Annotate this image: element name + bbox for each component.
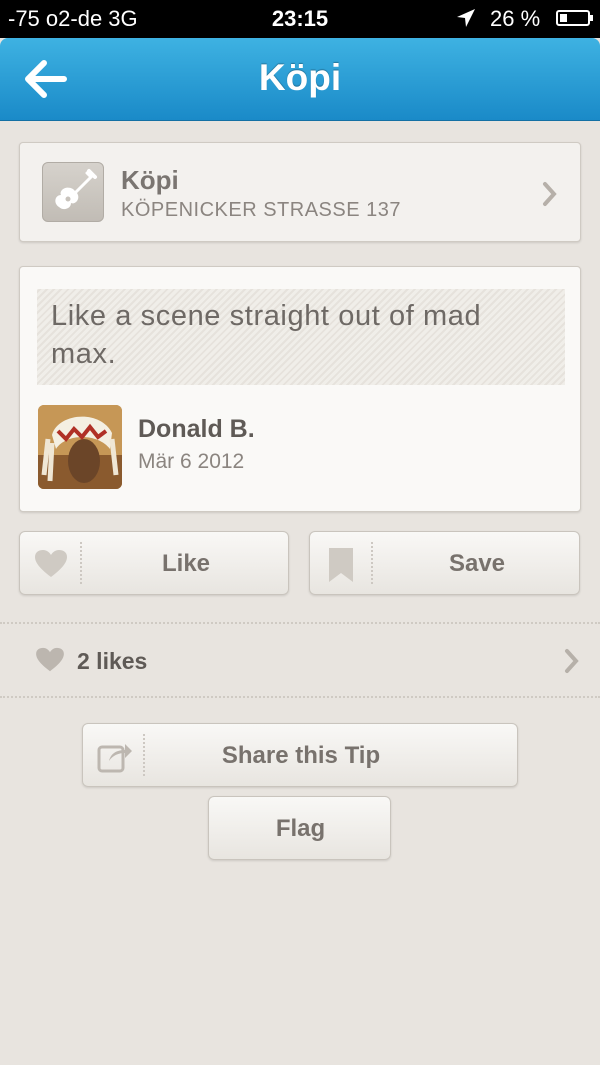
like-label: Like <box>161 550 211 577</box>
author-name[interactable]: Donald B. <box>138 415 255 444</box>
flag-button[interactable]: Flag <box>208 796 391 860</box>
save-button[interactable]: Save <box>309 531 580 595</box>
heart-icon <box>35 550 67 577</box>
share-tip-button[interactable]: Share this Tip <box>82 723 518 787</box>
likes-count: 2 likes <box>77 648 148 674</box>
flag-label: Flag <box>275 815 326 842</box>
divider <box>0 696 600 698</box>
likes-row[interactable]: 2 likes <box>0 624 600 696</box>
bookmark-icon <box>329 548 353 582</box>
venue-address: KÖPENICKER STRASSE 137 <box>121 199 401 221</box>
guitar-icon <box>42 162 104 222</box>
venue-card[interactable]: Köpi KÖPENICKER STRASSE 137 <box>19 142 581 242</box>
status-bar: -75 o2-de 3G 23:15 26 % <box>0 0 600 38</box>
like-button[interactable]: Like <box>19 531 289 595</box>
chevron-right-icon <box>565 649 579 673</box>
tip-quote-box: Like a scene straight out of mad max. <box>37 289 565 385</box>
location-arrow-icon <box>455 7 477 35</box>
venue-name: Köpi <box>121 165 179 195</box>
heart-icon <box>36 647 64 672</box>
tip-date: Mär 6 2012 <box>138 450 245 473</box>
share-tip-label: Share this Tip <box>221 742 381 769</box>
nav-bar: Köpi <box>0 38 600 121</box>
tip-text: Like a scene straight out of mad max. <box>51 300 482 370</box>
chevron-right-icon <box>543 182 557 206</box>
save-label: Save <box>448 550 506 577</box>
page-title: Köpi <box>258 57 342 98</box>
battery-percent: 26 % <box>490 6 541 31</box>
avatar[interactable] <box>38 405 122 489</box>
tip-card: Like a scene straight out of mad max. Do… <box>19 266 581 512</box>
battery-icon <box>556 10 593 26</box>
